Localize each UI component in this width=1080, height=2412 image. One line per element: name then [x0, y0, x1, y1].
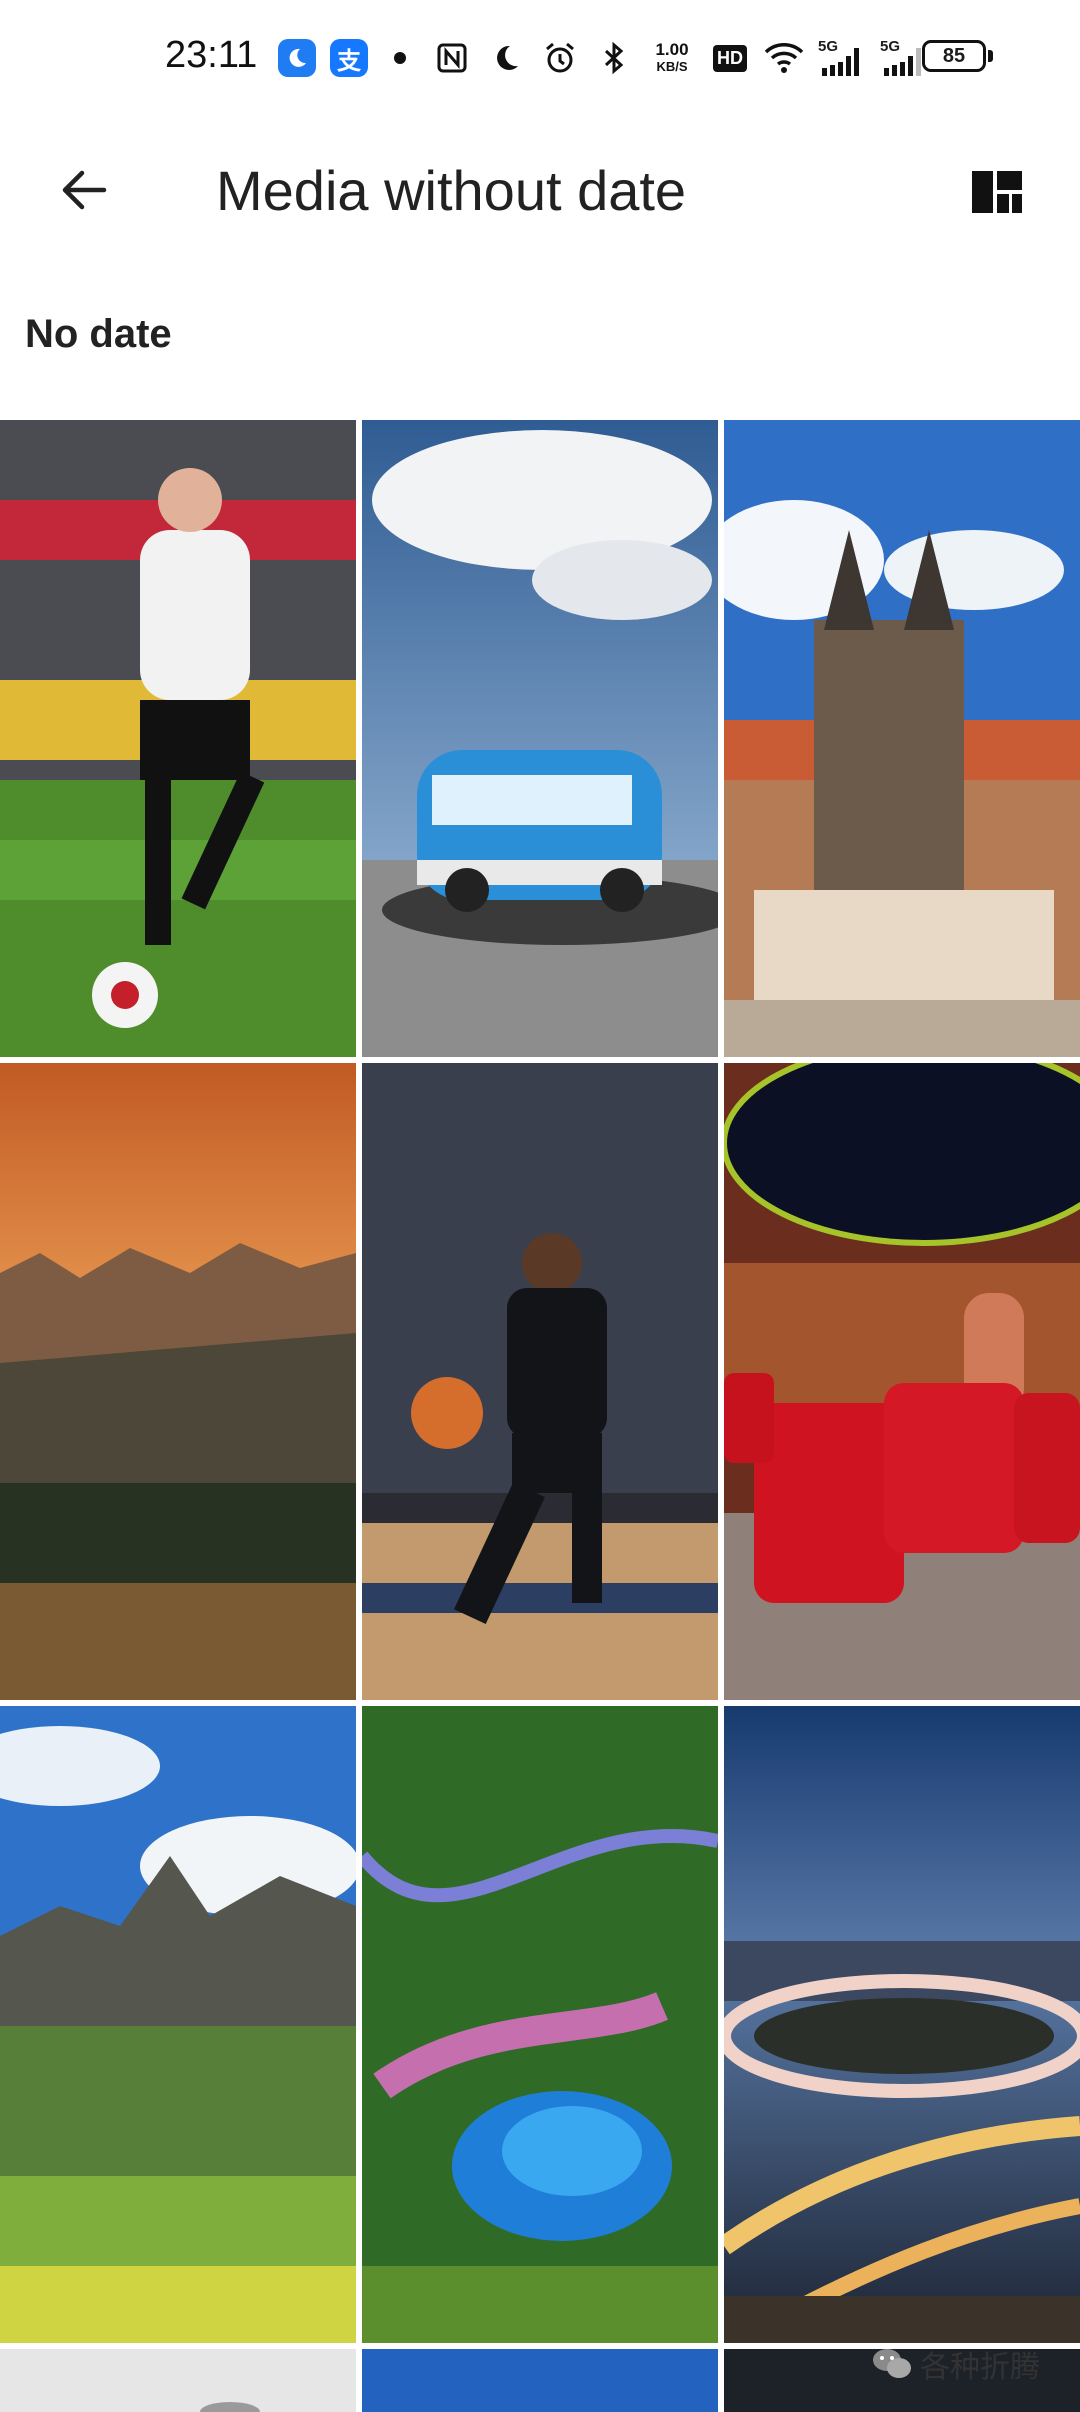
section-header-no-date: No date — [25, 312, 172, 356]
bluetooth-icon — [594, 38, 634, 78]
signal-5g-label-1: 5G — [818, 38, 839, 55]
arrow-left-icon — [62, 170, 107, 210]
page-title: Media without date — [216, 159, 687, 222]
network-speed-value: 1.00 — [655, 40, 689, 59]
signal-5g-icon-2: 5G — [880, 38, 928, 78]
status-bar: 23:11 支 1.00 KB/S HD 5G 5G 85 — [0, 0, 1080, 116]
media-thumbnail-aerial-lake[interactable] — [362, 1706, 718, 2343]
media-thumbnail-basketball[interactable] — [362, 1063, 718, 1700]
media-thumbnail-home-theater[interactable] — [724, 1063, 1080, 1700]
watermark-text: 各种折腾 — [920, 2351, 1040, 2384]
alarm-icon — [540, 38, 580, 78]
alipay-icon: 支 — [330, 39, 368, 77]
hd-label: HD — [713, 44, 747, 72]
media-thumbnail-row4-1[interactable] — [0, 2349, 356, 2412]
app-bar: Media without date — [0, 116, 1080, 246]
signal-5g-icon-1: 5G — [818, 38, 866, 78]
media-thumbnail-van[interactable] — [362, 420, 718, 1057]
media-thumbnail-cathedral[interactable] — [724, 420, 1080, 1057]
hd-voice-icon: HD — [710, 38, 750, 78]
moon-app-icon — [278, 39, 316, 77]
wifi-icon — [764, 38, 804, 78]
media-thumbnail-soccer[interactable] — [0, 420, 356, 1057]
notification-dot-icon — [394, 52, 406, 64]
grid-layout-icon — [972, 171, 1022, 213]
battery-indicator: 85 — [922, 40, 986, 72]
network-speed: 1.00 KB/S — [648, 41, 696, 75]
nfc-icon — [432, 38, 472, 78]
watermark: 各种折腾 — [872, 2342, 1040, 2386]
status-time: 23:11 — [165, 34, 258, 76]
status-icons: 支 1.00 KB/S HD 5G 5G — [278, 36, 928, 80]
battery-tip — [988, 50, 993, 62]
wechat-icon — [873, 2349, 911, 2378]
network-speed-unit: KB/S — [656, 59, 688, 74]
media-thumbnail-night-interchange[interactable] — [724, 1706, 1080, 2343]
layout-toggle-button[interactable] — [955, 150, 1039, 234]
media-thumbnail-row4-2[interactable] — [362, 2349, 718, 2412]
media-thumbnail-green-valley[interactable] — [0, 1706, 356, 2343]
signal-5g-label-2: 5G — [880, 38, 901, 55]
back-button[interactable] — [40, 146, 128, 234]
do-not-disturb-moon-icon — [486, 38, 526, 78]
media-thumbnail-sunset-mountains[interactable] — [0, 1063, 356, 1700]
